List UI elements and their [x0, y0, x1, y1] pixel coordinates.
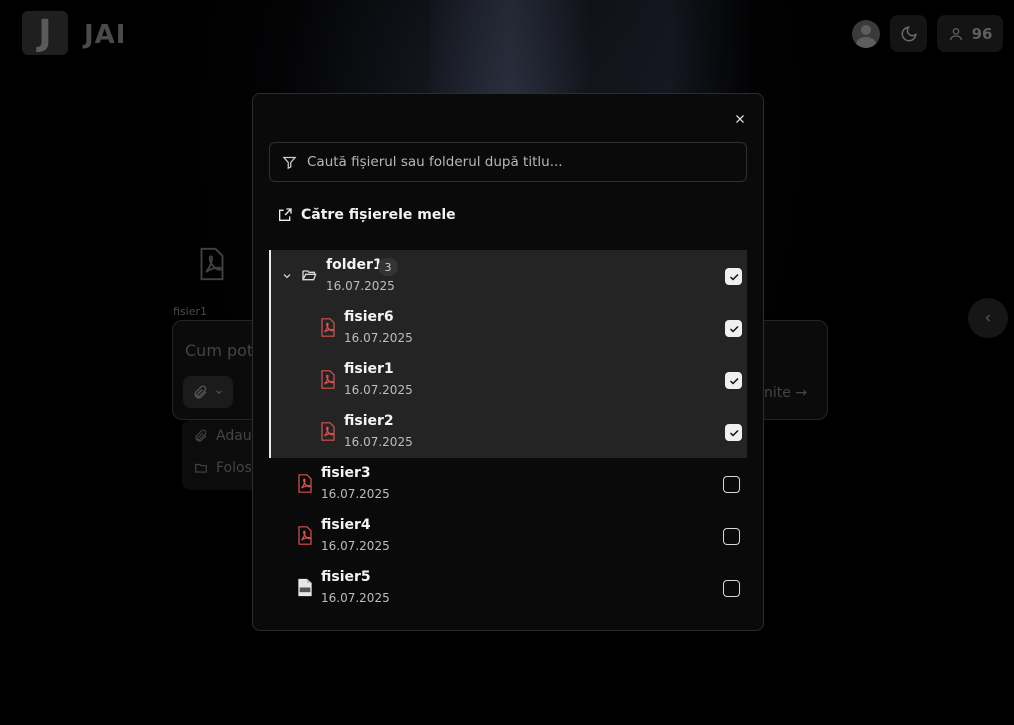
- check-icon: [729, 377, 739, 385]
- file-checkbox[interactable]: [723, 528, 740, 545]
- file-tree: folder1 3 16.07.2025 fisier6 16.07.2025: [269, 250, 747, 614]
- folder-name: folder1: [326, 257, 383, 273]
- file-row[interactable]: fisier3 16.07.2025: [269, 458, 747, 510]
- app-background: J JAI 96 fisier1 Cum pot nite → Adau Fol…: [0, 0, 1014, 725]
- file-checkbox[interactable]: [723, 476, 740, 493]
- file-checkbox[interactable]: [725, 320, 742, 337]
- attach-button[interactable]: [183, 376, 233, 408]
- file-date: 16.07.2025: [321, 487, 390, 501]
- file-name: fisier1: [344, 361, 394, 377]
- credits-count: 96: [971, 24, 993, 43]
- attached-file-name: fisier1: [173, 305, 208, 318]
- moon-icon: [901, 25, 917, 41]
- folder-open-icon: [302, 270, 317, 281]
- file-date: 16.07.2025: [321, 591, 390, 605]
- search-field[interactable]: [269, 142, 747, 182]
- chat-placeholder: Cum pot: [185, 341, 254, 360]
- file-picker-modal: Către fișierele mele folder1 3 16.07.202…: [252, 93, 764, 631]
- attach-menu-item-use-files[interactable]: Folos: [194, 460, 252, 476]
- file-checkbox[interactable]: [725, 372, 742, 389]
- file-checkbox[interactable]: [723, 580, 740, 597]
- folder-group: folder1 3 16.07.2025 fisier6 16.07.2025: [269, 250, 747, 458]
- filter-icon: [282, 156, 297, 169]
- folder-icon: [195, 463, 207, 473]
- paperclip-icon: [195, 429, 207, 442]
- file-name: fisier2: [344, 413, 394, 429]
- file-row[interactable]: fisier5 16.07.2025: [269, 562, 747, 614]
- logo-text[interactable]: JAI: [84, 20, 126, 50]
- pdf-file-icon: [321, 318, 335, 337]
- file-name: fisier5: [321, 569, 371, 585]
- file-row[interactable]: fisier4 16.07.2025: [269, 510, 747, 562]
- folder-date: 16.07.2025: [326, 279, 395, 293]
- folder-item-row[interactable]: fisier1 16.07.2025: [271, 354, 747, 406]
- my-files-label: Către fișierele mele: [301, 207, 456, 223]
- file-checkbox[interactable]: [725, 424, 742, 441]
- my-files-link[interactable]: Către fișierele mele: [277, 207, 456, 223]
- folder-item-row[interactable]: fisier6 16.07.2025: [271, 302, 747, 354]
- file-name: fisier4: [321, 517, 371, 533]
- pdf-file-icon: [321, 422, 335, 441]
- logo-letter: J: [38, 12, 52, 54]
- chevron-down-icon[interactable]: [281, 270, 293, 282]
- close-icon: [736, 115, 744, 123]
- user-icon: [949, 27, 962, 40]
- search-input[interactable]: [307, 154, 727, 170]
- pdf-file-icon: [298, 474, 312, 493]
- paperclip-icon: [194, 384, 207, 398]
- send-button-label[interactable]: nite →: [764, 385, 807, 401]
- theme-toggle-button[interactable]: [890, 15, 927, 52]
- logo[interactable]: J: [22, 11, 68, 55]
- file-date: 16.07.2025: [344, 435, 413, 449]
- chevron-left-icon: [985, 314, 990, 322]
- file-name: fisier6: [344, 309, 394, 325]
- attach-menu-item-upload[interactable]: Adau: [194, 428, 252, 444]
- sidebar-toggle-button[interactable]: [968, 298, 1008, 338]
- folder-checkbox[interactable]: [725, 268, 742, 285]
- document-file-icon: [298, 578, 312, 597]
- check-icon: [729, 325, 739, 333]
- file-date: 16.07.2025: [344, 383, 413, 397]
- file-date: 16.07.2025: [344, 331, 413, 345]
- file-name: fisier3: [321, 465, 371, 481]
- avatar[interactable]: [852, 20, 880, 48]
- check-icon: [729, 273, 739, 281]
- pdf-file-icon: [321, 370, 335, 389]
- folder-item-row[interactable]: fisier2 16.07.2025: [271, 406, 747, 458]
- folder-row[interactable]: folder1 3 16.07.2025: [271, 250, 747, 302]
- file-date: 16.07.2025: [321, 539, 390, 553]
- external-link-icon: [279, 208, 292, 221]
- chevron-down-icon: [215, 390, 222, 394]
- attached-pdf-icon: [198, 247, 226, 285]
- close-button[interactable]: [729, 108, 751, 130]
- pdf-file-icon: [298, 526, 312, 545]
- credits-badge[interactable]: 96: [937, 15, 1003, 52]
- check-icon: [729, 429, 739, 437]
- folder-count-badge: 3: [378, 258, 398, 276]
